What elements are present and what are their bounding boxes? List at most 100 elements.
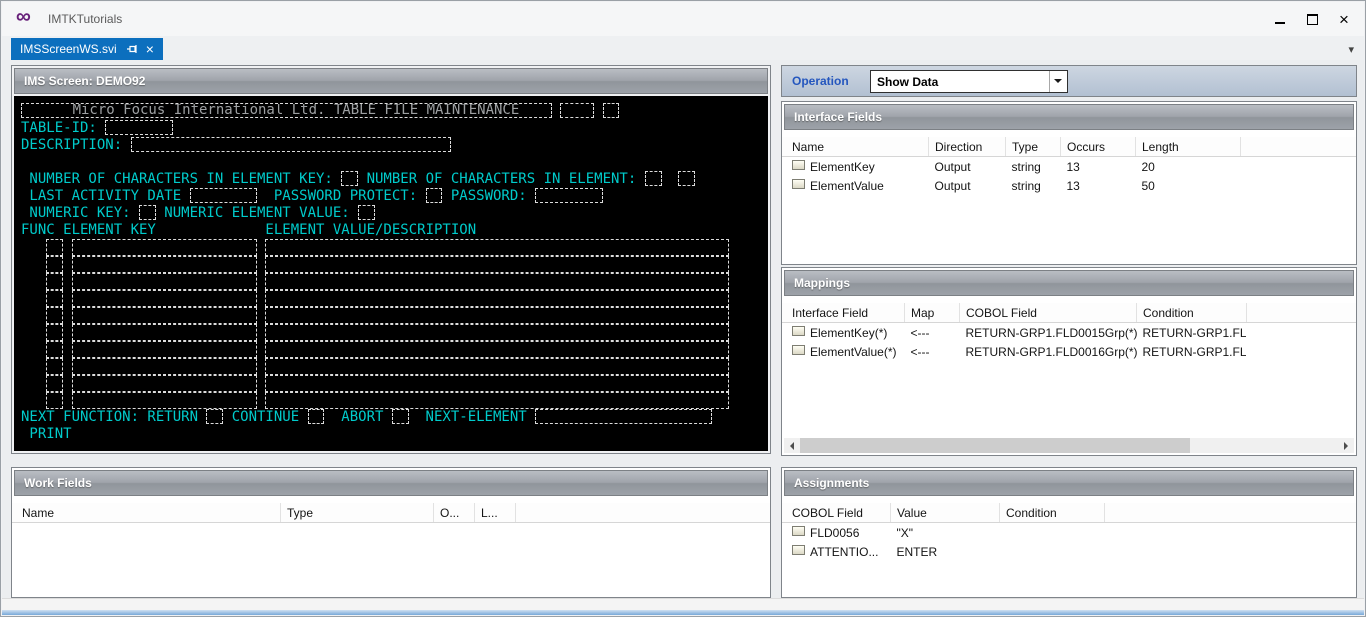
pin-icon[interactable] — [126, 43, 138, 55]
title-bar[interactable]: ∞ IMTKTutorials × — [2, 2, 1364, 36]
terminal-field[interactable] — [190, 188, 257, 203]
app-window: ∞ IMTKTutorials × IMSScreenWS.svi × ▾ IM… — [0, 0, 1366, 617]
table-row[interactable]: FLD0056"X" — [782, 523, 1356, 543]
terminal-field[interactable] — [535, 409, 712, 424]
terminal-row — [21, 239, 768, 256]
table-row[interactable]: ATTENTIO...ENTER — [782, 542, 1356, 561]
table-row[interactable]: ElementValue(*)<---RETURN-GRP1.FLD0016Gr… — [782, 342, 1356, 361]
terminal-field[interactable]: Micro Focus International Ltd. TABLE FIL… — [21, 103, 552, 118]
terminal-field[interactable] — [72, 375, 257, 392]
column-header-cobol-field[interactable]: COBOL Field — [960, 303, 1137, 323]
terminal-field[interactable] — [265, 273, 729, 290]
assignments-panel: Assignments COBOL FieldValueConditionFLD… — [781, 467, 1357, 598]
maximize-button[interactable] — [1296, 5, 1328, 33]
mappings-horizontal-scrollbar[interactable] — [784, 438, 1354, 453]
terminal-row: LAST ACTIVITY DATE PASSWORD PROTECT: PAS… — [21, 188, 768, 205]
terminal-field[interactable] — [72, 290, 257, 307]
terminal-field[interactable] — [392, 409, 409, 424]
terminal-field[interactable] — [265, 290, 729, 307]
terminal-field[interactable] — [72, 358, 257, 375]
table-row[interactable]: ElementKeyOutputstring1320 — [782, 157, 1356, 177]
terminal-field[interactable] — [72, 273, 257, 290]
terminal-field[interactable] — [46, 290, 63, 307]
terminal-field[interactable] — [46, 256, 63, 273]
terminal-field[interactable] — [131, 137, 451, 152]
column-header-value[interactable]: Value — [891, 503, 1000, 523]
terminal-field[interactable] — [46, 324, 63, 341]
tab-overflow-icon[interactable]: ▾ — [1348, 43, 1354, 56]
terminal-field[interactable] — [265, 256, 729, 273]
terminal-field[interactable] — [603, 103, 620, 118]
operation-dropdown[interactable]: Show Data — [870, 70, 1068, 93]
terminal-field[interactable] — [265, 358, 729, 375]
column-header-occurs[interactable]: Occurs — [1061, 137, 1136, 157]
tab-imsscreenws[interactable]: IMSScreenWS.svi × — [11, 38, 163, 60]
terminal-text: ABORT — [324, 409, 391, 425]
terminal-field[interactable] — [72, 307, 257, 324]
column-header-direction[interactable]: Direction — [929, 137, 1006, 157]
column-header-length[interactable]: Length — [1136, 137, 1241, 157]
column-header-condition[interactable]: Condition — [1137, 303, 1247, 323]
terminal-field[interactable] — [358, 205, 375, 220]
terminal-field[interactable] — [206, 409, 223, 424]
terminal-field[interactable] — [46, 392, 63, 409]
terminal-field[interactable] — [72, 239, 257, 256]
terminal-field[interactable] — [678, 171, 695, 186]
terminal-field[interactable] — [46, 341, 63, 358]
table-row[interactable]: ElementKey(*)<---RETURN-GRP1.FLD0015Grp(… — [782, 323, 1356, 343]
terminal-field[interactable] — [139, 205, 156, 220]
tab-close-icon[interactable]: × — [144, 43, 156, 55]
terminal-field[interactable] — [535, 188, 602, 203]
close-button[interactable]: × — [1328, 5, 1360, 33]
table-cell: ElementKey(*) — [782, 323, 905, 343]
scroll-right-icon[interactable] — [1339, 438, 1354, 453]
terminal-field[interactable] — [265, 375, 729, 392]
terminal-field[interactable] — [560, 103, 594, 118]
terminal-field[interactable] — [46, 273, 63, 290]
terminal-field[interactable] — [645, 171, 662, 186]
scroll-left-icon[interactable] — [784, 438, 799, 453]
dropdown-arrow-icon[interactable] — [1049, 71, 1067, 92]
terminal-field[interactable] — [265, 307, 729, 324]
terminal-field[interactable] — [105, 120, 172, 135]
field-icon — [792, 545, 805, 555]
column-header-l[interactable]: L... — [475, 503, 516, 523]
terminal-field[interactable] — [72, 256, 257, 273]
column-header-condition[interactable]: Condition — [1000, 503, 1105, 523]
column-header-interface-field[interactable]: Interface Field — [782, 303, 905, 323]
column-header-o[interactable]: O... — [434, 503, 475, 523]
terminal-field[interactable] — [265, 324, 729, 341]
column-header-name[interactable]: Name — [12, 503, 281, 523]
operation-selected-value: Show Data — [871, 75, 1049, 89]
terminal-field[interactable] — [72, 341, 257, 358]
column-header-type[interactable]: Type — [1006, 137, 1061, 157]
column-header-type[interactable]: Type — [281, 503, 434, 523]
terminal-field[interactable] — [265, 392, 729, 409]
scrollbar-thumb[interactable] — [800, 438, 1190, 453]
terminal-text — [63, 341, 71, 357]
column-header-filler — [1246, 303, 1356, 323]
terminal-field[interactable] — [308, 409, 325, 424]
terminal-text — [257, 392, 265, 408]
terminal-field[interactable] — [426, 188, 443, 203]
table-row[interactable]: ElementValueOutputstring1350 — [782, 176, 1356, 195]
bottom-scrollbar[interactable] — [2, 598, 1364, 610]
terminal-field[interactable] — [72, 324, 257, 341]
terminal-field[interactable] — [72, 392, 257, 409]
terminal-field[interactable] — [265, 239, 729, 256]
terminal-field[interactable] — [46, 375, 63, 392]
terminal-field[interactable] — [265, 341, 729, 358]
column-header-cobol-field[interactable]: COBOL Field — [782, 503, 891, 523]
field-icon — [792, 326, 805, 336]
ims-screen-title: IMS Screen: DEMO92 — [24, 74, 145, 88]
column-header-name[interactable]: Name — [782, 137, 929, 157]
terminal-field[interactable] — [46, 358, 63, 375]
terminal-text: PASSWORD: — [442, 188, 535, 204]
minimize-button[interactable] — [1264, 5, 1296, 33]
terminal-field[interactable] — [341, 171, 358, 186]
terminal-field[interactable] — [46, 239, 63, 256]
work-fields-table: NameTypeO...L... — [12, 503, 770, 523]
column-header-map[interactable]: Map — [905, 303, 960, 323]
terminal-field[interactable] — [46, 307, 63, 324]
terminal-text: FUNC ELEMENT KEY ELEMENT VALUE/DESCRIPTI… — [21, 222, 476, 238]
